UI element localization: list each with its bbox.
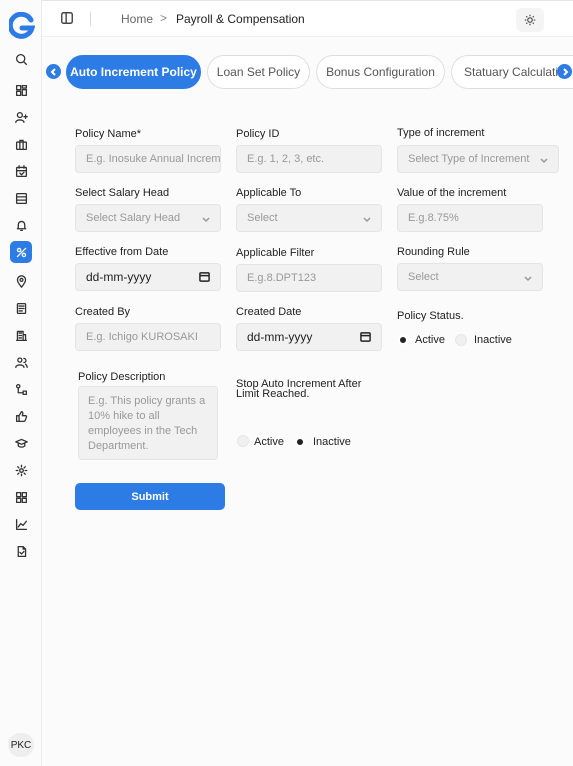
header-divider (90, 12, 91, 26)
top-header: Home > Payroll & Compensation (42, 0, 573, 37)
applicable-filter-label: Applicable Filter (236, 247, 315, 259)
calendar-icon[interactable] (360, 331, 371, 342)
thumbs-up-icon[interactable] (10, 405, 32, 427)
rounding-rule-select[interactable]: Select (397, 263, 543, 291)
effective-from-label: Effective from Date (75, 246, 169, 258)
sidebar: PKC (0, 0, 42, 766)
breadcrumb-separator: > (160, 11, 168, 25)
created-date-input[interactable]: dd-mm-yyyy (236, 323, 382, 351)
policy-status-inactive-radio[interactable] (455, 334, 467, 346)
graduation-cap-icon[interactable] (10, 432, 32, 454)
location-icon[interactable] (10, 270, 32, 292)
stop-auto-inactive-label[interactable]: Inactive (313, 436, 351, 448)
rounding-rule-value: Select (408, 271, 439, 283)
chevron-down-icon (202, 214, 210, 223)
policy-name-input[interactable]: E.g. Inosuke Annual Increment (75, 145, 221, 173)
theme-toggle-button[interactable] (516, 8, 544, 32)
policy-status-label: Policy Status. (397, 310, 464, 322)
stop-auto-increment-label: Stop Auto Increment After Limit Reached. (236, 378, 362, 400)
avatar[interactable]: PKC (8, 733, 34, 757)
app-logo[interactable] (7, 11, 36, 40)
applicable-to-label: Applicable To (236, 187, 302, 199)
dashboard-icon[interactable] (10, 79, 32, 101)
policy-status-inactive-label[interactable]: Inactive (474, 334, 512, 346)
search-icon[interactable] (10, 48, 32, 70)
tab-bonus-configuration[interactable]: Bonus Configuration (316, 55, 445, 89)
payroll-icon[interactable] (10, 241, 32, 263)
stop-auto-active-radio[interactable] (237, 435, 249, 447)
document-icon[interactable] (10, 297, 32, 319)
file-icon[interactable] (10, 540, 32, 562)
main-content: Auto Increment Policy Loan Set Policy Bo… (42, 37, 573, 766)
building-icon[interactable] (10, 324, 32, 346)
policy-status-active-radio[interactable] (398, 335, 408, 345)
type-of-increment-value: Select Type of Increment (408, 153, 530, 165)
policy-description-textarea[interactable]: E.g. This policy grants a 10% hike to al… (78, 386, 218, 460)
policy-status-active-label[interactable]: Active (415, 334, 445, 346)
increment-value-input[interactable]: E.g.8.75% (397, 204, 543, 232)
applicable-to-value: Select (247, 212, 278, 224)
calendar-icon[interactable] (10, 160, 32, 182)
salary-head-value: Select Salary Head (86, 212, 181, 224)
sidebar-toggle-icon[interactable] (60, 11, 74, 25)
settings-icon[interactable] (10, 459, 32, 481)
briefcase-icon[interactable] (10, 133, 32, 155)
increment-value-label: Value of the increment (397, 187, 507, 199)
users-icon[interactable] (10, 351, 32, 373)
effective-from-date-input[interactable]: dd-mm-yyyy (75, 263, 221, 291)
inbox-icon[interactable] (10, 187, 32, 209)
created-date-label: Created Date (236, 306, 302, 318)
type-of-increment-label: Type of increment (397, 127, 485, 139)
breadcrumb-current: Payroll & Compensation (176, 12, 305, 26)
salary-head-label: Select Salary Head (75, 187, 170, 199)
chevron-down-icon (363, 214, 371, 223)
type-of-increment-select[interactable]: Select Type of Increment (397, 145, 559, 173)
submit-button[interactable]: Submit (75, 483, 225, 510)
applicable-filter-input[interactable]: E.g.8.DPT123 (236, 264, 382, 292)
chevron-down-icon (524, 273, 532, 282)
created-by-input[interactable]: E.g. Ichigo KUROSAKI (75, 323, 221, 351)
flow-icon[interactable] (10, 378, 32, 400)
apps-icon[interactable] (10, 486, 32, 508)
chart-icon[interactable] (10, 513, 32, 535)
salary-head-select[interactable]: Select Salary Head (75, 204, 221, 232)
sun-icon (524, 14, 536, 26)
tabs-scroll-right-icon[interactable] (557, 64, 572, 79)
effective-from-value: dd-mm-yyyy (86, 270, 152, 284)
policy-id-label: Policy ID (236, 128, 280, 140)
created-by-label: Created By (75, 306, 131, 318)
calendar-icon[interactable] (199, 271, 210, 282)
rounding-rule-label: Rounding Rule (397, 246, 470, 258)
applicable-to-select[interactable]: Select (236, 204, 382, 232)
policy-id-input[interactable]: E.g. 1, 2, 3, etc. (236, 145, 382, 173)
tab-auto-increment-policy[interactable]: Auto Increment Policy (66, 55, 201, 89)
tab-statuary-calculation[interactable]: Statuary Calculation (451, 55, 573, 89)
breadcrumb-home[interactable]: Home (121, 12, 153, 26)
policy-description-label: Policy Description (78, 371, 166, 383)
policy-name-label: Policy Name* (75, 128, 142, 140)
tabs-scroll-left-icon[interactable] (46, 64, 61, 79)
stop-auto-inactive-radio[interactable] (295, 437, 305, 447)
chevron-down-icon (540, 155, 548, 164)
tab-loan-set-policy[interactable]: Loan Set Policy (207, 55, 310, 89)
created-date-value: dd-mm-yyyy (247, 330, 313, 344)
add-user-icon[interactable] (10, 106, 32, 128)
bell-icon[interactable] (10, 214, 32, 236)
stop-auto-active-label[interactable]: Active (254, 436, 284, 448)
